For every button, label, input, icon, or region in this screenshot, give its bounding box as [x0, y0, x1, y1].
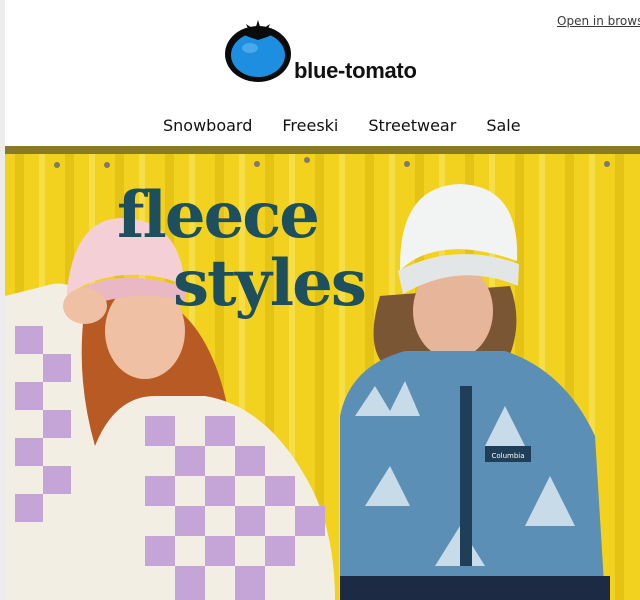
nav-item-sale[interactable]: Sale [486, 116, 520, 135]
nav-item-streetwear[interactable]: Streetwear [368, 116, 456, 135]
svg-text:Columbia: Columbia [491, 452, 524, 460]
logo-wordmark: blue-tomato [294, 58, 417, 83]
brand-logo[interactable]: blue-tomato [224, 18, 454, 88]
nav-item-snowboard[interactable]: Snowboard [163, 116, 252, 135]
open-in-browser-link[interactable]: Open in browse [557, 14, 640, 28]
email-page: Open in browse blue-tomato Snowboard Fre… [0, 0, 640, 600]
hero-banner[interactable]: Columbia fleece styles [5, 146, 640, 600]
tomato-logo-icon [225, 20, 291, 82]
hero-image: Columbia [5, 146, 640, 600]
main-nav: Snowboard Freeski Streetwear Sale [163, 116, 521, 135]
nav-item-freeski[interactable]: Freeski [282, 116, 338, 135]
